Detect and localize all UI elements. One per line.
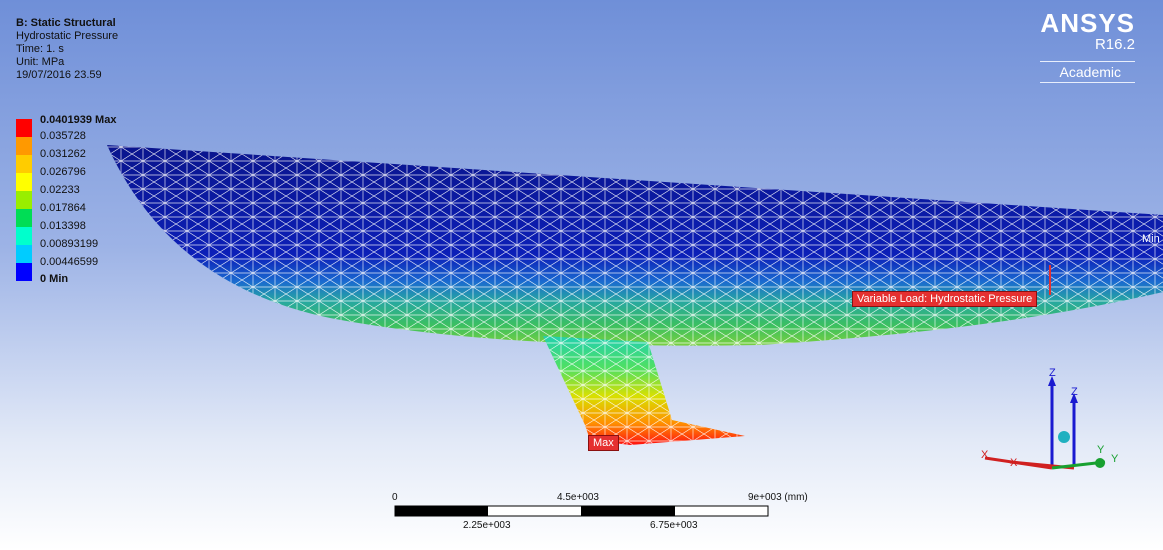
- legend-swatch: [16, 173, 32, 191]
- keel-fin: [543, 336, 745, 445]
- scale-label: 6.75e+003: [650, 520, 698, 531]
- load-annotation[interactable]: Variable Load: Hydrostatic Pressure: [852, 291, 1038, 307]
- legend-level: 0.00446599: [40, 256, 99, 268]
- hull-model: [107, 145, 1163, 346]
- triad-y-global: Y: [1111, 453, 1119, 465]
- result-name: Hydrostatic Pressure: [16, 30, 119, 42]
- legend-swatch: [16, 155, 32, 173]
- brand-name: ANSYS: [1040, 8, 1135, 38]
- edition-label: Academic: [1040, 61, 1135, 83]
- scale-label: 2.25e+003: [463, 520, 511, 531]
- min-probe-tag[interactable]: Min: [1140, 232, 1162, 246]
- scale-label: 0: [392, 492, 398, 503]
- legend-swatch: [16, 119, 32, 137]
- triad-z-global: Z: [1049, 367, 1056, 379]
- legend-swatch: [16, 137, 32, 155]
- analysis-title: B: Static Structural: [16, 17, 116, 29]
- result-info-panel: B: Static Structural Hydrostatic Pressur…: [16, 17, 118, 82]
- ansys-logo: ANSYS R16.2 Academic: [1040, 10, 1135, 83]
- legend-swatch: [16, 227, 32, 245]
- scale-label: 9e+003 (mm): [748, 492, 808, 503]
- legend-level: 0.026796: [40, 166, 86, 178]
- legend-level: 0.017864: [40, 202, 86, 214]
- triad-x-local: X: [1010, 457, 1018, 469]
- triad-x-global: X: [981, 449, 989, 461]
- legend-level: 0.00893199: [40, 238, 99, 250]
- legend-swatch: [16, 245, 32, 263]
- coordinate-triad: [984, 376, 1106, 470]
- triad-z-local: Z: [1071, 386, 1078, 398]
- version-label: R16.2: [1094, 36, 1135, 53]
- triad-y-local: Y: [1097, 444, 1105, 456]
- legend-level: 0.013398: [40, 220, 86, 232]
- viewport-canvas[interactable]: [0, 0, 1163, 550]
- legend-max-label: 0.0401939 Max: [40, 114, 117, 126]
- scale-label: 4.5e+003: [557, 492, 599, 503]
- max-probe-tag[interactable]: Max: [588, 435, 619, 451]
- unit-label: Unit: MPa: [16, 56, 65, 68]
- timestamp: 19/07/2016 23.59: [16, 69, 102, 81]
- time-label: Time: 1. s: [16, 43, 64, 55]
- legend-level: 0.02233: [40, 184, 80, 196]
- legend-swatch: [16, 191, 32, 209]
- legend-level: 0.031262: [40, 148, 86, 160]
- legend-level: 0.035728: [40, 130, 86, 142]
- legend-min-label: 0 Min: [40, 273, 69, 285]
- legend-swatch: [16, 263, 32, 281]
- legend-swatch: [16, 209, 32, 227]
- scale-bar-graphic: [394, 505, 769, 517]
